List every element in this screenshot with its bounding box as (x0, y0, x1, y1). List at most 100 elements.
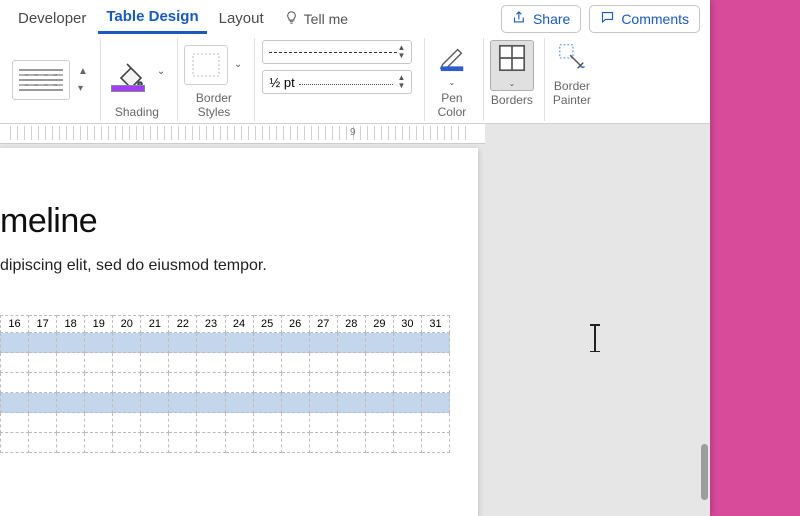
share-button[interactable]: Share (501, 5, 581, 33)
pen-color-button[interactable]: ⌄ (431, 40, 473, 89)
table-row[interactable] (0, 333, 450, 353)
table-row[interactable] (0, 353, 450, 373)
table-cell[interactable] (422, 413, 450, 433)
table-cell[interactable] (254, 373, 282, 393)
table-cell[interactable] (169, 413, 197, 433)
table-cell[interactable] (310, 353, 338, 373)
table-cell[interactable] (29, 393, 57, 413)
table-cell[interactable] (85, 333, 113, 353)
table-cell[interactable] (338, 373, 366, 393)
table-cell[interactable] (197, 393, 225, 413)
table-cell[interactable] (0, 353, 29, 373)
table-cell[interactable] (0, 433, 29, 453)
table-cell[interactable] (57, 373, 85, 393)
table-cell[interactable] (85, 373, 113, 393)
table-cell[interactable] (422, 393, 450, 413)
table-cell[interactable] (254, 433, 282, 453)
table-cell[interactable] (422, 353, 450, 373)
table-cell[interactable] (169, 373, 197, 393)
table-cell[interactable] (254, 353, 282, 373)
table-cell[interactable] (310, 373, 338, 393)
table-cell[interactable] (57, 353, 85, 373)
table-cell[interactable] (29, 353, 57, 373)
table-cell[interactable] (338, 353, 366, 373)
table-cell[interactable] (366, 413, 394, 433)
comments-button[interactable]: Comments (589, 5, 700, 33)
table-cell[interactable] (422, 333, 450, 353)
table-cell[interactable] (226, 333, 254, 353)
table-row[interactable] (0, 393, 450, 413)
table-cell[interactable] (141, 413, 169, 433)
table-cell[interactable] (254, 413, 282, 433)
table-cell[interactable] (422, 433, 450, 453)
table-cell[interactable] (29, 413, 57, 433)
table-cell[interactable] (226, 373, 254, 393)
table-cell[interactable] (366, 353, 394, 373)
table-style-more-icon[interactable]: ▾ (76, 83, 90, 94)
border-painter-button[interactable] (551, 40, 593, 77)
table-cell[interactable] (0, 333, 29, 353)
table-style-scroll-up-icon[interactable]: ▲ (76, 66, 90, 77)
table-cell[interactable] (282, 433, 310, 453)
table-cell[interactable] (141, 373, 169, 393)
table-cell[interactable] (113, 413, 141, 433)
table-cell[interactable] (226, 393, 254, 413)
table-cell[interactable] (394, 393, 422, 413)
table-row[interactable] (0, 413, 450, 433)
border-style-dropdown-icon[interactable]: ⌄ (234, 59, 244, 70)
table-cell[interactable] (226, 433, 254, 453)
table-cell[interactable] (29, 373, 57, 393)
table-cell[interactable] (394, 413, 422, 433)
border-style-button[interactable] (184, 45, 228, 85)
table-cell[interactable] (366, 393, 394, 413)
borders-button[interactable]: ⌄ (490, 40, 534, 91)
tab-developer[interactable]: Developer (10, 6, 94, 33)
table-cell[interactable] (85, 413, 113, 433)
table-cell[interactable] (282, 373, 310, 393)
border-line-style-select[interactable]: ▲▼ (262, 40, 412, 64)
horizontal-ruler[interactable]: 9 (0, 124, 485, 144)
tab-table-design[interactable]: Table Design (98, 4, 206, 34)
table-cell[interactable] (113, 433, 141, 453)
table-cell[interactable] (366, 433, 394, 453)
table-cell[interactable] (57, 333, 85, 353)
table-cell[interactable] (394, 373, 422, 393)
table-cell[interactable] (113, 373, 141, 393)
table-cell[interactable] (282, 353, 310, 373)
table-cell[interactable] (310, 433, 338, 453)
table-cell[interactable] (338, 433, 366, 453)
vertical-scrollbar-thumb[interactable] (701, 444, 708, 500)
table-cell[interactable] (57, 413, 85, 433)
table-cell[interactable] (254, 393, 282, 413)
table-cell[interactable] (338, 413, 366, 433)
table-cell[interactable] (0, 413, 29, 433)
table-cell[interactable] (197, 373, 225, 393)
table-cell[interactable] (338, 333, 366, 353)
table-cell[interactable] (141, 393, 169, 413)
table-cell[interactable] (197, 433, 225, 453)
table-cell[interactable] (226, 353, 254, 373)
table-row[interactable] (0, 373, 450, 393)
table-cell[interactable] (169, 433, 197, 453)
table-cell[interactable] (282, 393, 310, 413)
table-cell[interactable] (113, 393, 141, 413)
table-cell[interactable] (0, 393, 29, 413)
table-cell[interactable] (113, 353, 141, 373)
table-cell[interactable] (310, 413, 338, 433)
shading-dropdown-icon[interactable]: ⌄ (157, 66, 167, 77)
table-cell[interactable] (197, 333, 225, 353)
table-cell[interactable] (226, 413, 254, 433)
table-cell[interactable] (85, 433, 113, 453)
table-cell[interactable] (338, 393, 366, 413)
table-cell[interactable] (310, 393, 338, 413)
tell-me-search[interactable]: Tell me (276, 6, 356, 32)
table-cell[interactable] (366, 373, 394, 393)
table-cell[interactable] (113, 333, 141, 353)
document-page[interactable]: meline dipiscing elit, sed do eiusmod te… (0, 148, 478, 516)
table-cell[interactable] (197, 353, 225, 373)
table-cell[interactable] (169, 353, 197, 373)
table-cell[interactable] (394, 433, 422, 453)
shading-button[interactable] (107, 52, 151, 92)
table-cell[interactable] (310, 333, 338, 353)
table-cell[interactable] (85, 353, 113, 373)
